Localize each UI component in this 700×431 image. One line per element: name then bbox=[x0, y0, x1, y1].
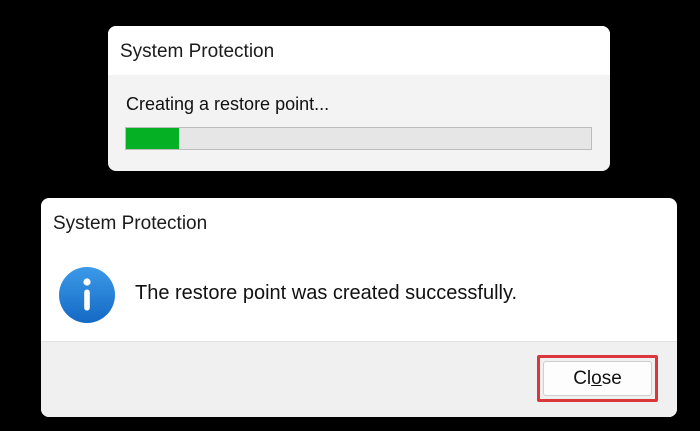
dialog-footer: Cl o se bbox=[41, 341, 677, 417]
progress-dialog-title: System Protection bbox=[108, 26, 610, 75]
close-button-highlight: Cl o se bbox=[537, 355, 658, 402]
close-button[interactable]: Cl o se bbox=[543, 361, 652, 396]
result-message: The restore point was created successful… bbox=[135, 282, 518, 304]
info-icon bbox=[59, 267, 115, 323]
message-row: The restore point was created successful… bbox=[41, 244, 677, 341]
result-dialog-title: System Protection bbox=[53, 213, 208, 234]
close-button-mnemonic: o bbox=[591, 367, 602, 389]
progress-status-text: Creating a restore point... bbox=[126, 94, 330, 114]
progress-bar bbox=[125, 127, 592, 150]
screenshot-canvas: System Protection Creating a restore poi… bbox=[0, 0, 700, 431]
close-button-label-end: se bbox=[601, 367, 622, 389]
close-button-label-start: Cl bbox=[573, 367, 592, 389]
progress-dialog: System Protection Creating a restore poi… bbox=[108, 26, 610, 171]
progress-bar-fill bbox=[126, 128, 180, 149]
progress-dialog-body: Creating a restore point... bbox=[108, 75, 610, 171]
result-dialog: System Protection The restore point was … bbox=[41, 198, 677, 417]
